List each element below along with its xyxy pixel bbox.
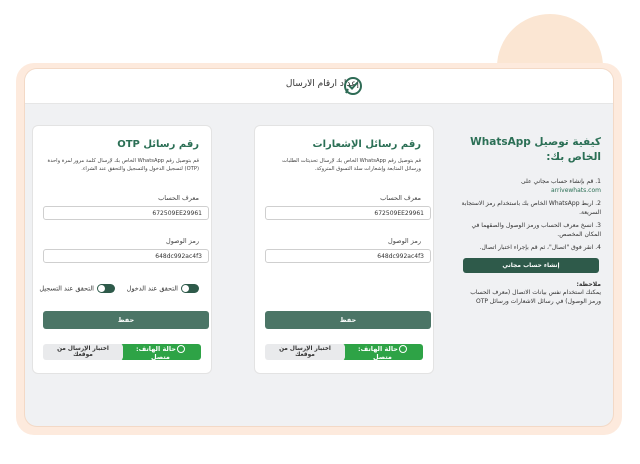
save-button[interactable]: حفظ (43, 311, 209, 329)
step-1: 1. قم بإنشاء حساب مجاني على arrivewhats.… (459, 177, 601, 195)
account-id-label: معرف الحساب (380, 194, 421, 202)
access-token-input[interactable] (265, 249, 431, 263)
step-4: 4. انقر فوق "اتصال"، ثم قم بإجراء اختبار… (479, 244, 601, 251)
whatsapp-icon (398, 345, 407, 353)
toggle-switch[interactable] (97, 284, 115, 293)
save-button[interactable]: حفظ (265, 311, 431, 329)
card-description: قم بتوصيل رقم WhatsApp الخاص بك لإرسال ت… (282, 158, 421, 172)
register-verify-toggle[interactable]: التحقق عند التسجيل (39, 284, 115, 294)
login-verify-toggle[interactable]: التحقق عند الدخول (127, 284, 199, 294)
phone-status-label: حالة الهاتف: متصل (358, 345, 398, 361)
phone-status-button[interactable]: حالة الهاتف: متصل (342, 344, 423, 361)
test-send-button[interactable]: اختبار الإرسال من موقعك (43, 344, 123, 360)
access-token-input[interactable] (43, 249, 209, 263)
account-id-label: معرف الحساب (158, 194, 199, 202)
test-send-button[interactable]: اختبار الإرسال من موقعك (265, 344, 345, 360)
step-3: 3. انسخ معرف الحساب ورمز الوصول والصقهما… (471, 222, 601, 238)
instructions-title: كيفية توصيل WhatsApp الخاص بك: (470, 136, 601, 163)
register-verify-label: التحقق عند التسجيل (39, 284, 94, 293)
access-token-label: رمز الوصول (387, 237, 421, 245)
account-id-input[interactable] (265, 206, 431, 220)
verification-toggles: التحقق عند الدخول التحقق عند التسجيل (39, 284, 199, 294)
note-text: يمكنك استخدام نفس بيانات الاتصال (معرف ا… (470, 289, 601, 305)
card-description: قم بتوصيل رقم WhatsApp الخاص بك لإرسال ك… (47, 158, 200, 172)
whatsapp-icon (176, 345, 185, 353)
settings-window: إعداد ارقام الارسال كيفية توصيل WhatsApp… (25, 69, 613, 426)
step-2: 2. اربط WhatsApp الخاص بك باستخدام رمز ا… (461, 200, 602, 216)
header: إعداد ارقام الارسال (25, 69, 613, 104)
notifications-number-card: رقم رسائل الإشعارات قم بتوصيل رقم WhatsA… (254, 125, 434, 374)
login-verify-label: التحقق عند الدخول (126, 284, 178, 293)
access-token-label: رمز الوصول (165, 237, 199, 245)
card-title: رقم رسائل الإشعارات (312, 139, 421, 150)
create-free-account-button[interactable]: إنشاء حساب مجاني (463, 258, 599, 273)
otp-number-card: رقم رسائل OTP قم بتوصيل رقم WhatsApp الخ… (32, 125, 212, 374)
signup-link[interactable]: arrivewhats.com (459, 186, 601, 195)
connection-instructions: كيفية توصيل WhatsApp الخاص بك: 1. قم بإن… (459, 135, 602, 306)
phone-status-button[interactable]: حالة الهاتف: متصل (120, 344, 201, 361)
account-id-input[interactable] (43, 206, 209, 220)
step-1-text: 1. قم بإنشاء حساب مجاني على (521, 178, 601, 185)
card-title: رقم رسائل OTP (117, 139, 199, 150)
whatsapp-check-icon (344, 77, 362, 95)
toggle-switch[interactable] (181, 284, 199, 293)
phone-status-label: حالة الهاتف: متصل (136, 345, 176, 361)
steps-list: 1. قم بإنشاء حساب مجاني على arrivewhats.… (459, 177, 602, 252)
note-title: ملاحظة: (576, 281, 601, 288)
